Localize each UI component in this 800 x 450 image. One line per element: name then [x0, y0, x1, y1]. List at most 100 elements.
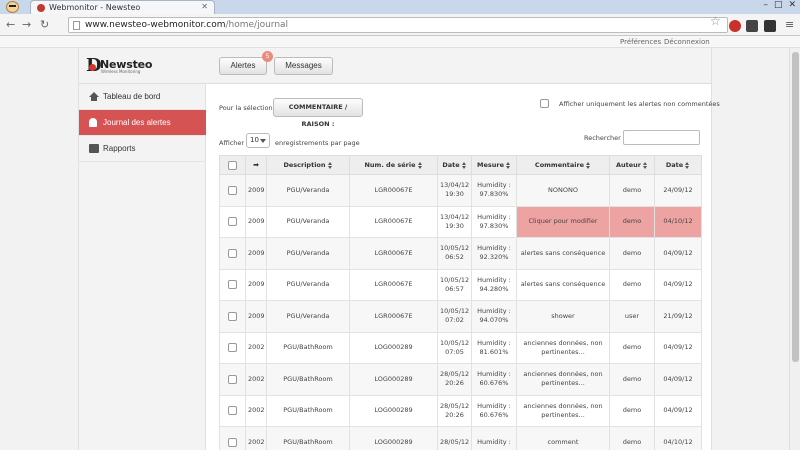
table-row[interactable]: 2009 PGU/Veranda LGR00067E 13/04/12 19:30 Hum…	[219, 205, 702, 238]
page-scrollbar[interactable]	[789, 48, 800, 450]
row-checkbox[interactable]	[228, 311, 237, 321]
page-icon	[73, 21, 80, 30]
window-close-icon[interactable]: ✕	[788, 0, 796, 12]
user-profile-icon[interactable]	[6, 1, 19, 13]
row-measure-cell: Humidity :94.070%	[471, 300, 517, 333]
row-comment-cell[interactable]: shower	[516, 300, 610, 333]
newsteo-logo[interactable]: D Newsteo Wireless Monitoring	[86, 55, 166, 76]
forward-icon[interactable]: →	[22, 18, 31, 31]
row-comment-cell[interactable]: NONONO	[516, 174, 610, 207]
row-serial-cell: LOG000289	[349, 394, 438, 427]
browser-menu-icon[interactable]: ≡	[785, 18, 794, 31]
row-author-cell: demo	[609, 237, 655, 270]
logout-link[interactable]: Déconnexion	[664, 38, 710, 46]
row-comment-cell[interactable]: alertes sans conséquence	[516, 237, 610, 270]
row-select-cell[interactable]	[219, 205, 246, 238]
table-row[interactable]: 2002 PGU/BathRoom LOG000289 10/05/12 07:05 Hu…	[219, 331, 702, 364]
column-header-arrow[interactable]: ➡	[245, 155, 267, 175]
table-row[interactable]: 2002 PGU/BathRoom LOG000289 28/05/12 20:26 Hu…	[219, 363, 702, 396]
browser-tab[interactable]: Webmonitor - Newsteo ✕	[30, 0, 215, 14]
extension-opera-icon[interactable]	[729, 20, 741, 32]
sidebar-item-dashboard[interactable]: Tableau de bord	[79, 84, 206, 110]
row-author-cell: demo	[609, 205, 655, 238]
alerts-button[interactable]: Alertes	[219, 57, 267, 75]
row-checkbox[interactable]	[228, 343, 237, 352]
messages-button[interactable]: Messages	[274, 57, 333, 75]
row-checkbox[interactable]	[228, 248, 237, 258]
url-text: www.newsteo-webmonitor.com/home/journal	[85, 20, 289, 30]
row-serial-cell: LOG000289	[349, 363, 438, 396]
row-id-cell: 2002	[245, 394, 267, 427]
top-link-bar: Préférences Déconnexion	[0, 36, 800, 48]
selection-label: Pour la sélection :	[219, 104, 277, 112]
extension-icon[interactable]	[746, 20, 758, 32]
row-checkbox[interactable]	[228, 217, 237, 226]
table-row[interactable]: 2009 PGU/Veranda LGR00067E 10/05/12 07:02 Hum…	[219, 300, 702, 333]
row-select-cell[interactable]	[219, 426, 246, 450]
row-serial-cell: LGR00067E	[349, 174, 438, 207]
row-author-cell: demo	[609, 363, 655, 396]
row-select-cell[interactable]	[219, 394, 246, 427]
page-size-select[interactable]: 10	[246, 133, 270, 148]
column-header-comment-date[interactable]: Date	[654, 155, 702, 175]
row-select-cell[interactable]	[219, 300, 246, 333]
row-comment-date-cell: 04/10/12	[654, 426, 702, 450]
show-label: Afficher	[219, 139, 245, 147]
row-measure-cell: Humidity :	[471, 426, 517, 450]
row-select-cell[interactable]	[219, 237, 246, 270]
sidebar-item-alert-journal[interactable]: Journal des alertes	[79, 110, 206, 136]
row-comment-cell[interactable]: Cliquer pour modifier	[516, 205, 610, 238]
per-page-label: enregistrements par page	[275, 139, 360, 147]
tab-close-icon[interactable]: ✕	[201, 2, 208, 11]
table-row[interactable]: 2009 PGU/Veranda LGR00067E 13/04/12 19:30 Hum…	[219, 174, 702, 207]
row-date-cell: 28/05/12	[437, 426, 472, 450]
maximize-icon[interactable]: □	[774, 0, 783, 12]
row-select-cell[interactable]	[219, 331, 246, 364]
extension-puzzle-icon[interactable]	[764, 20, 776, 32]
row-checkbox[interactable]	[228, 280, 237, 289]
row-comment-cell[interactable]: alertes sans conséquence	[516, 268, 610, 301]
column-header-date[interactable]: Date	[437, 155, 472, 175]
row-select-cell[interactable]	[219, 174, 246, 207]
column-header-description[interactable]: Description	[266, 155, 350, 175]
preferences-link[interactable]: Préférences	[620, 38, 661, 46]
row-comment-cell[interactable]: anciennes données, non pertinentes...	[516, 331, 610, 364]
address-bar[interactable]: www.newsteo-webmonitor.com/home/journal	[68, 17, 728, 33]
row-comment-cell[interactable]: comment	[516, 426, 610, 450]
row-checkbox[interactable]	[228, 185, 237, 195]
minimize-icon[interactable]: –	[763, 0, 768, 12]
table-row[interactable]: 2009 PGU/Veranda LGR00067E 10/05/12 06:57 Hum…	[219, 268, 702, 301]
reload-icon[interactable]: ↻	[40, 18, 49, 31]
printer-icon	[89, 144, 99, 153]
only-uncommented-checkbox[interactable]	[540, 99, 549, 108]
row-comment-cell[interactable]: anciennes données, non pertinentes...	[516, 363, 610, 396]
back-icon[interactable]: ←	[6, 18, 15, 31]
table-row[interactable]: 2002 PGU/BathRoom LOG000289 28/05/12 20:26 Hu…	[219, 394, 702, 427]
scrollbar-thumb[interactable]	[792, 52, 799, 362]
row-description-cell: PGU/Veranda	[266, 237, 350, 270]
row-comment-cell[interactable]: anciennes données, non pertinentes...	[516, 394, 610, 427]
column-header-author[interactable]: Auteur	[609, 155, 655, 175]
table-row[interactable]: 2002 PGU/BathRoom LOG000289 28/05/12 Humidit…	[219, 426, 702, 450]
column-header-measure[interactable]: Mesure	[471, 155, 517, 175]
search-input[interactable]	[623, 130, 700, 145]
row-serial-cell: LOG000289	[349, 426, 438, 450]
table-row[interactable]: 2009 PGU/Veranda LGR00067E 10/05/12 06:52 Hum…	[219, 237, 702, 270]
row-date-cell: 10/05/12 06:57	[437, 268, 472, 301]
column-header-serial[interactable]: Num. de série	[349, 155, 438, 175]
row-description-cell: PGU/Veranda	[266, 268, 350, 301]
row-id-cell: 2002	[245, 363, 267, 396]
select-all-checkbox[interactable]	[228, 160, 237, 170]
bookmark-star-icon[interactable]: ☆	[710, 14, 721, 28]
comment-reason-button[interactable]: COMMENTAIRE / RAISON :	[273, 98, 363, 128]
column-header-comment[interactable]: Commentaire	[516, 155, 610, 175]
sidebar-item-reports[interactable]: Rapports	[79, 136, 206, 162]
row-select-cell[interactable]	[219, 268, 246, 301]
row-id-cell: 2009	[245, 237, 267, 270]
row-checkbox[interactable]	[228, 406, 237, 415]
row-author-cell: demo	[609, 331, 655, 364]
select-all-header[interactable]	[219, 155, 246, 175]
row-checkbox[interactable]	[228, 437, 237, 447]
row-checkbox[interactable]	[228, 374, 237, 384]
row-select-cell[interactable]	[219, 363, 246, 396]
